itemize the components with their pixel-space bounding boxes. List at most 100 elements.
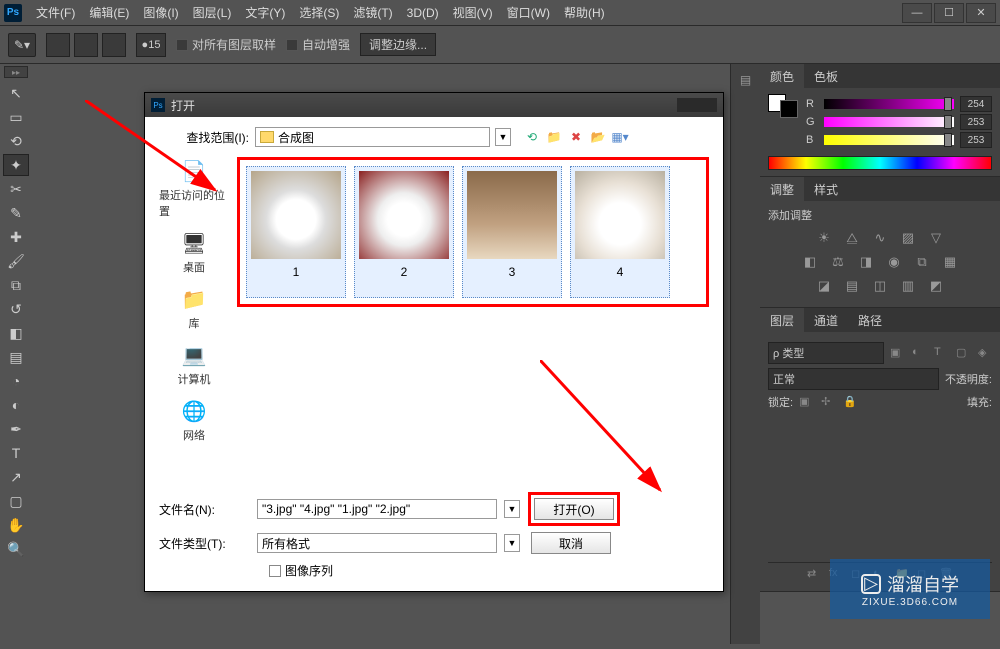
filename-input[interactable]: "3.jpg" "4.jpg" "1.jpg" "2.jpg" <box>257 499 497 519</box>
quick-selection-tool[interactable]: ✦ <box>3 154 29 176</box>
invert-icon[interactable]: ◪ <box>815 277 833 295</box>
sidebar-computer[interactable]: 💻 计算机 <box>178 341 211 387</box>
balance-icon[interactable]: ⚖ <box>829 253 847 271</box>
menu-filter[interactable]: 滤镜(T) <box>347 2 398 23</box>
g-value[interactable]: 253 <box>960 114 992 130</box>
lock-position-icon[interactable]: ✢ <box>821 395 835 409</box>
look-in-combo[interactable]: 合成图 <box>255 127 490 147</box>
new-folder-icon[interactable]: 📂 <box>589 128 607 146</box>
tab-layers[interactable]: 图层 <box>760 308 804 332</box>
auto-enhance-option[interactable]: 自动增强 <box>286 36 350 53</box>
curves-icon[interactable]: ∿ <box>871 229 889 247</box>
menu-view[interactable]: 视图(V) <box>447 2 499 23</box>
shape-tool[interactable]: ▢ <box>3 490 29 512</box>
posterize-icon[interactable]: ▤ <box>843 277 861 295</box>
selection-add-icon[interactable] <box>74 33 98 57</box>
lock-pixels-icon[interactable]: ▣ <box>799 395 813 409</box>
up-icon[interactable]: 📁 <box>545 128 563 146</box>
open-button[interactable]: 打开(O) <box>534 498 614 520</box>
vibrance-icon[interactable]: ▽ <box>927 229 945 247</box>
selective-color-icon[interactable]: ◩ <box>927 277 945 295</box>
stamp-tool[interactable]: ⧉ <box>3 274 29 296</box>
filter-smart-icon[interactable]: ◈ <box>978 346 992 360</box>
path-tool[interactable]: ↗ <box>3 466 29 488</box>
tab-adjustments[interactable]: 调整 <box>760 177 804 201</box>
history-panel-icon[interactable]: ▤ <box>734 68 758 92</box>
back-icon[interactable]: ⟲ <box>523 128 541 146</box>
dialog-title-bar[interactable]: Ps 打开 <box>145 93 723 117</box>
file-thumb-2[interactable]: 2 <box>354 166 454 298</box>
filetype-select[interactable]: 所有格式 <box>257 533 497 553</box>
channel-mixer-icon[interactable]: ⧉ <box>913 253 931 271</box>
sidebar-recent[interactable]: 📄 最近访问的位置 <box>159 157 229 219</box>
menu-image[interactable]: 图像(I) <box>137 2 184 23</box>
zoom-tool[interactable]: 🔍 <box>3 538 29 560</box>
b-value[interactable]: 253 <box>960 132 992 148</box>
menu-type[interactable]: 文字(Y) <box>239 2 291 23</box>
bw-icon[interactable]: ◨ <box>857 253 875 271</box>
history-brush-tool[interactable]: ↺ <box>3 298 29 320</box>
menu-file[interactable]: 文件(F) <box>30 2 81 23</box>
file-thumb-4[interactable]: 4 <box>570 166 670 298</box>
r-slider[interactable] <box>824 99 954 109</box>
sidebar-libraries[interactable]: 📁 库 <box>178 285 210 331</box>
lock-all-icon[interactable]: 🔒 <box>843 395 857 409</box>
brightness-icon[interactable]: ☀ <box>815 229 833 247</box>
threshold-icon[interactable]: ◫ <box>871 277 889 295</box>
lookup-icon[interactable]: ▦ <box>941 253 959 271</box>
hand-tool[interactable]: ✋ <box>3 514 29 536</box>
file-thumb-3[interactable]: 3 <box>462 166 562 298</box>
link-layers-icon[interactable]: ⇄ <box>807 567 821 581</box>
background-color[interactable] <box>780 100 798 118</box>
tab-paths[interactable]: 路径 <box>848 308 892 332</box>
eyedropper-tool[interactable]: ✎ <box>3 202 29 224</box>
sidebar-desktop[interactable]: 🖥 桌面 <box>178 229 210 275</box>
tab-styles[interactable]: 样式 <box>804 177 848 201</box>
brush-tool[interactable]: 🖌 <box>3 250 29 272</box>
file-thumb-1[interactable]: 1 <box>246 166 346 298</box>
lasso-tool[interactable]: ⟲ <box>3 130 29 152</box>
exposure-icon[interactable]: ▨ <box>899 229 917 247</box>
crop-tool[interactable]: ✂ <box>3 178 29 200</box>
brush-size-value[interactable]: ● 15 <box>136 33 166 57</box>
pen-tool[interactable]: ✒ <box>3 418 29 440</box>
filter-adjust-icon[interactable]: ◐ <box>912 346 926 360</box>
menu-window[interactable]: 窗口(W) <box>501 2 556 23</box>
maximize-button[interactable]: ☐ <box>934 3 964 23</box>
photo-filter-icon[interactable]: ◉ <box>885 253 903 271</box>
delete-icon[interactable]: ✖ <box>567 128 585 146</box>
filter-type-icon[interactable]: T <box>934 346 948 360</box>
close-button[interactable]: ✕ <box>966 3 996 23</box>
selection-subtract-icon[interactable] <box>102 33 126 57</box>
hue-icon[interactable]: ◧ <box>801 253 819 271</box>
tools-collapse-icon[interactable]: ▸▸ <box>4 66 28 78</box>
menu-select[interactable]: 选择(S) <box>293 2 345 23</box>
minimize-button[interactable]: — <box>902 3 932 23</box>
sidebar-network[interactable]: 🌐 网络 <box>178 397 210 443</box>
tab-color[interactable]: 颜色 <box>760 64 804 88</box>
filter-pixel-icon[interactable]: ▣ <box>890 346 904 360</box>
blur-tool[interactable]: ◔ <box>3 370 29 392</box>
hue-strip[interactable] <box>768 156 992 170</box>
menu-help[interactable]: 帮助(H) <box>558 2 611 23</box>
menu-3d[interactable]: 3D(D) <box>401 4 445 22</box>
r-value[interactable]: 254 <box>960 96 992 112</box>
image-sequence-checkbox[interactable] <box>269 565 281 577</box>
tool-preset-icon[interactable]: ✎▾ <box>8 33 36 57</box>
levels-icon[interactable]: ⧋ <box>843 229 861 247</box>
dodge-tool[interactable]: ◐ <box>3 394 29 416</box>
blend-mode-select[interactable]: 正常 <box>768 368 939 390</box>
g-slider[interactable] <box>824 117 954 127</box>
look-in-dropdown-icon[interactable]: ▼ <box>495 128 511 146</box>
filetype-dropdown-icon[interactable]: ▼ <box>504 534 520 552</box>
foreground-background-swatch[interactable] <box>768 94 798 150</box>
refine-edge-button[interactable]: 调整边缘... <box>360 33 436 56</box>
layer-kind-select[interactable]: ρ 类型 <box>768 342 884 364</box>
tab-swatches[interactable]: 色板 <box>804 64 848 88</box>
dialog-minimize-icon[interactable] <box>677 98 717 112</box>
tab-channels[interactable]: 通道 <box>804 308 848 332</box>
sample-all-layers-option[interactable]: 对所有图层取样 <box>176 36 276 53</box>
type-tool[interactable]: T <box>3 442 29 464</box>
gradient-tool[interactable]: ▤ <box>3 346 29 368</box>
menu-layer[interactable]: 图层(L) <box>187 2 238 23</box>
